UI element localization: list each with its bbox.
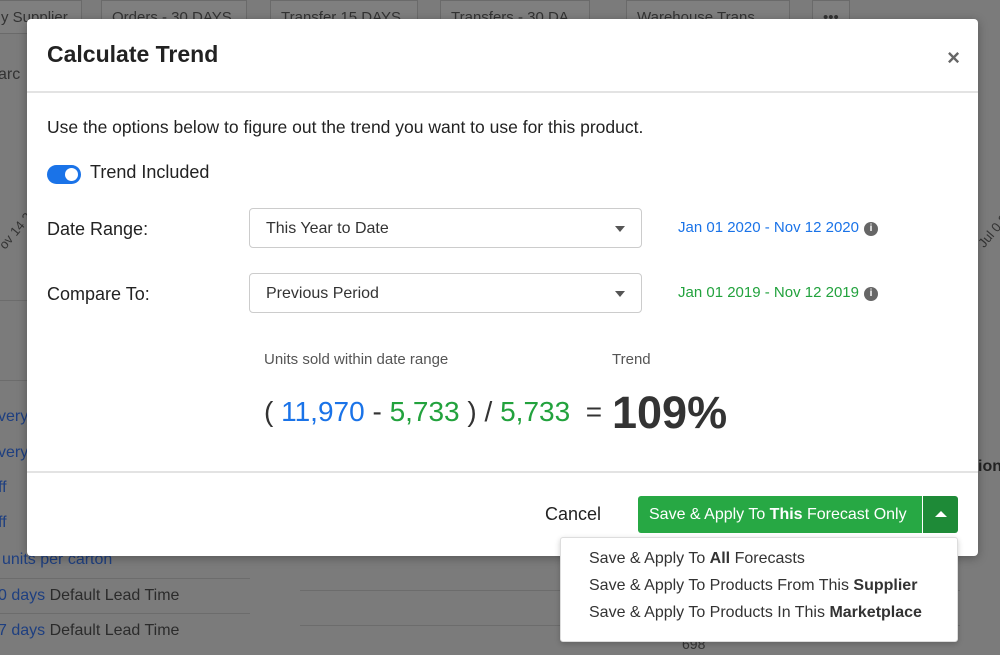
bg-date: Jul 0 2020: [974, 194, 1000, 251]
info-icon[interactable]: i: [863, 287, 878, 301]
chevron-down-icon: [615, 226, 625, 232]
close-icon[interactable]: ×: [947, 45, 960, 71]
bg-header: ion: [978, 458, 1000, 475]
save-options-menu: Save & Apply To All Forecasts Save & App…: [560, 537, 958, 642]
menu-item-supplier[interactable]: Save & Apply To Products From This Suppl…: [561, 573, 957, 600]
intro-text: Use the options below to figure out the …: [47, 117, 644, 137]
compare-to-dates: Jan 01 2019 - Nov 12 2019 i: [678, 284, 878, 301]
toggle-label: Trend Included: [90, 162, 210, 182]
date-range-label: Date Range:: [47, 219, 149, 239]
bg-item: very: [0, 444, 29, 461]
date-range-dates: Jan 01 2020 - Nov 12 2020 i: [678, 219, 878, 236]
bg-item: very: [0, 408, 29, 425]
compare-to-select[interactable]: Previous Period: [249, 273, 642, 313]
bg-lead-time: 7 days Default Lead Time: [0, 622, 180, 639]
date-range-select[interactable]: This Year to Date: [249, 208, 642, 248]
chevron-down-icon: [615, 291, 625, 297]
save-apply-this-forecast-button[interactable]: Save & Apply To This Forecast Only: [638, 496, 922, 533]
menu-item-all-forecasts[interactable]: Save & Apply To All Forecasts: [561, 546, 957, 573]
divider: [27, 91, 978, 93]
bg-search: arc: [0, 66, 21, 83]
save-options-dropdown-toggle[interactable]: [923, 496, 958, 533]
calculate-trend-modal: Calculate Trend × Use the options below …: [27, 19, 978, 556]
trend-value: 109%: [612, 387, 728, 438]
info-icon[interactable]: i: [863, 222, 878, 236]
previous-units: 5,733: [389, 396, 460, 427]
trend-formula: ( 11,970 - 5,733 ) / 5,733 =: [264, 396, 603, 427]
trend-included-toggle[interactable]: [47, 165, 81, 184]
compare-to-label: Compare To:: [47, 284, 150, 304]
divider: [27, 471, 978, 473]
menu-item-marketplace[interactable]: Save & Apply To Products In This Marketp…: [561, 600, 957, 627]
current-units: 11,970: [281, 396, 365, 427]
bg-item: ff: [0, 514, 7, 531]
cancel-button[interactable]: Cancel: [545, 504, 601, 525]
trend-label: Trend: [612, 351, 651, 368]
modal-title: Calculate Trend: [47, 41, 219, 67]
bg-lead-time: 0 days Default Lead Time: [0, 587, 180, 604]
divisor-units: 5,733: [500, 396, 571, 427]
bg-item: ff: [0, 479, 7, 496]
units-label: Units sold within date range: [264, 351, 449, 368]
